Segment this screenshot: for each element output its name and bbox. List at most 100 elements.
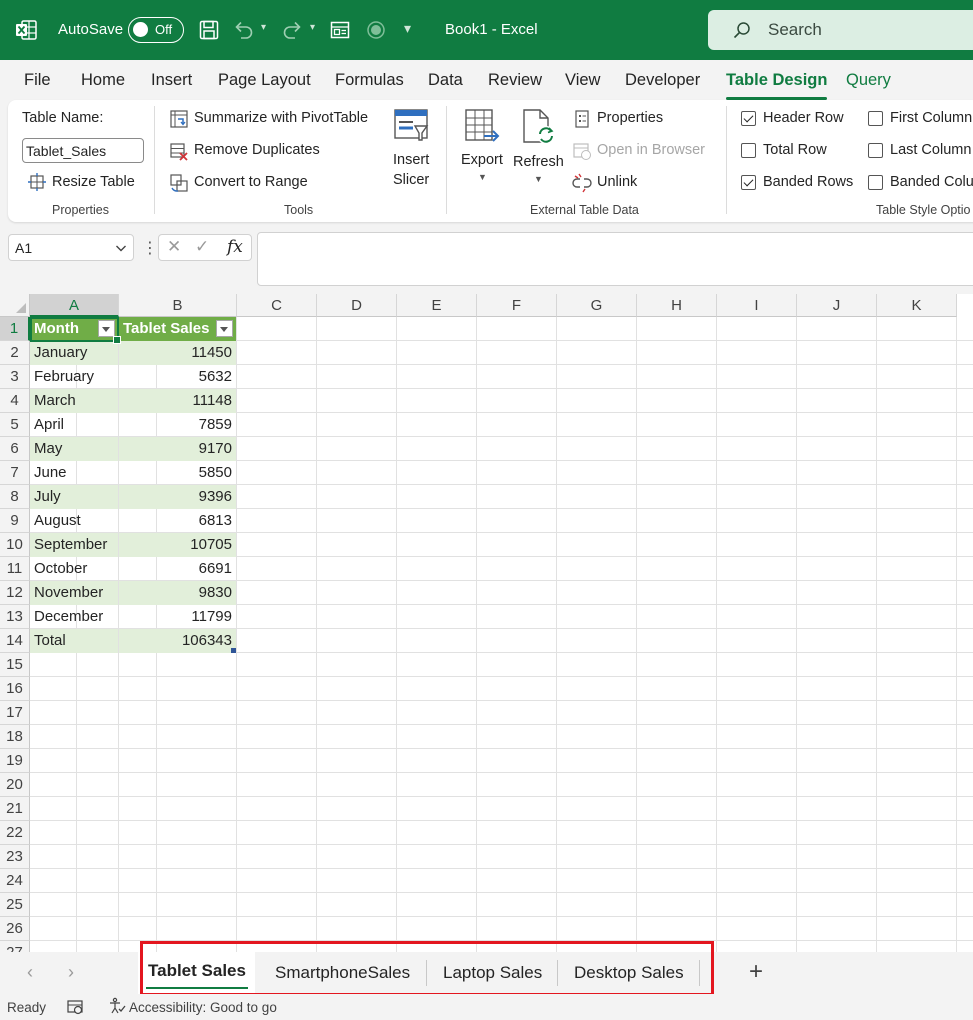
insert-function-icon[interactable]: fx [227,237,243,257]
formula-bar-more-icon[interactable]: ⋮ [142,238,158,258]
row-header-1[interactable]: 1 [0,317,30,341]
formula-input[interactable] [257,232,973,286]
table-cell-month[interactable]: August [30,509,118,533]
table-cell-month[interactable]: March [30,389,118,413]
last-column-checkbox[interactable] [868,143,883,158]
open-in-browser-button[interactable]: Open in Browser [597,142,705,158]
cancel-icon[interactable]: ✕ [167,237,181,257]
row-header-3[interactable]: 3 [0,365,30,389]
row-header-23[interactable]: 23 [0,845,30,869]
row-header-15[interactable]: 15 [0,653,30,677]
table-resize-handle[interactable] [231,648,236,653]
tab-home[interactable]: Home [81,71,125,90]
tab-page-layout[interactable]: Page Layout [218,71,311,90]
table-cell-month[interactable]: November [30,581,118,605]
row-header-24[interactable]: 24 [0,869,30,893]
column-header-h[interactable]: H [637,294,717,317]
table-cell-month[interactable]: January [30,341,118,365]
table-cell-sales[interactable]: 10705 [119,533,236,557]
convert-to-range-button[interactable]: Convert to Range [194,174,308,190]
column-header-i[interactable]: I [717,294,797,317]
table-cell-sales[interactable]: 11148 [119,389,236,413]
tab-query[interactable]: Query [846,71,891,90]
form-icon[interactable] [328,18,352,42]
select-all-corner[interactable] [0,294,30,317]
table-cell-sales[interactable]: 5850 [119,461,236,485]
export-button[interactable]: Export [461,152,503,168]
row-header-22[interactable]: 22 [0,821,30,845]
total-row-value[interactable]: 106343 [119,629,236,653]
header-row-checkbox[interactable] [741,111,756,126]
properties-button[interactable]: Properties [597,110,663,126]
column-header-f[interactable]: F [477,294,557,317]
row-header-27[interactable]: 27 [0,941,30,952]
table-cell-sales[interactable]: 9396 [119,485,236,509]
table-cell-month[interactable]: June [30,461,118,485]
table-cell-sales[interactable]: 6813 [119,509,236,533]
column-header-c[interactable]: C [237,294,317,317]
table-cell-month[interactable]: September [30,533,118,557]
table-cell-month[interactable]: February [30,365,118,389]
refresh-dropdown-icon[interactable]: ▼ [534,174,543,184]
workbook-statistics-icon[interactable] [66,998,84,1016]
tab-data[interactable]: Data [428,71,463,90]
table-cell-sales[interactable]: 6691 [119,557,236,581]
summarize-pivottable-button[interactable]: Summarize with PivotTable [194,110,368,126]
enter-icon[interactable]: ✓ [195,237,209,257]
undo-dropdown-icon[interactable]: ▾ [261,22,266,33]
scroll-sheets-left-icon[interactable]: ‹ [27,962,33,983]
search-box[interactable]: Search [708,10,973,50]
column-header-d[interactable]: D [317,294,397,317]
row-header-17[interactable]: 17 [0,701,30,725]
tab-view[interactable]: View [565,71,600,90]
row-header-26[interactable]: 26 [0,917,30,941]
row-header-20[interactable]: 20 [0,773,30,797]
refresh-button[interactable]: Refresh [513,154,564,170]
row-header-19[interactable]: 19 [0,749,30,773]
tab-insert[interactable]: Insert [151,71,192,90]
row-header-4[interactable]: 4 [0,389,30,413]
banded-rows-checkbox[interactable] [741,175,756,190]
table-cell-month[interactable]: April [30,413,118,437]
row-header-10[interactable]: 10 [0,533,30,557]
name-box[interactable]: A1 [8,234,134,261]
row-header-25[interactable]: 25 [0,893,30,917]
record-macro-icon[interactable] [364,18,388,42]
undo-icon[interactable] [232,18,256,42]
row-header-5[interactable]: 5 [0,413,30,437]
table-cell-month[interactable]: December [30,605,118,629]
filter-dropdown-tablet-sales-icon[interactable] [216,320,233,337]
accessibility-icon[interactable] [108,997,126,1015]
column-header-k[interactable]: K [877,294,957,317]
table-cell-sales[interactable]: 11799 [119,605,236,629]
total-row-checkbox[interactable] [741,143,756,158]
table-cell-sales[interactable]: 7859 [119,413,236,437]
table-cell-month[interactable]: May [30,437,118,461]
tab-formulas[interactable]: Formulas [335,71,404,90]
redo-dropdown-icon[interactable]: ▾ [310,22,315,33]
row-header-14[interactable]: 14 [0,629,30,653]
autosave-toggle[interactable]: Off [128,17,184,43]
worksheet-grid[interactable]: A B C D E F G H I J K 1 2 3 4 5 6 7 8 9 10 11 12 13 14 15 16 17 18 19… [0,294,973,952]
column-header-j[interactable]: J [797,294,877,317]
column-header-b[interactable]: B [119,294,237,317]
table-cell-sales[interactable]: 9830 [119,581,236,605]
row-header-18[interactable]: 18 [0,725,30,749]
row-header-12[interactable]: 12 [0,581,30,605]
column-header-e[interactable]: E [397,294,477,317]
customize-toolbar-icon[interactable]: ▾ [404,20,411,37]
scroll-sheets-right-icon[interactable]: › [68,962,74,983]
tab-table-design[interactable]: Table Design [726,71,828,100]
row-header-8[interactable]: 8 [0,485,30,509]
resize-table-button[interactable]: Resize Table [52,174,135,190]
table-cell-sales[interactable]: 5632 [119,365,236,389]
tab-developer[interactable]: Developer [625,71,700,90]
row-header-9[interactable]: 9 [0,509,30,533]
unlink-button[interactable]: Unlink [597,174,637,190]
redo-icon[interactable] [280,18,304,42]
add-sheet-icon[interactable]: + [749,958,763,986]
table-cell-month[interactable]: July [30,485,118,509]
table-name-input[interactable] [22,138,144,163]
table-cell-sales[interactable]: 11450 [119,341,236,365]
row-header-13[interactable]: 13 [0,605,30,629]
